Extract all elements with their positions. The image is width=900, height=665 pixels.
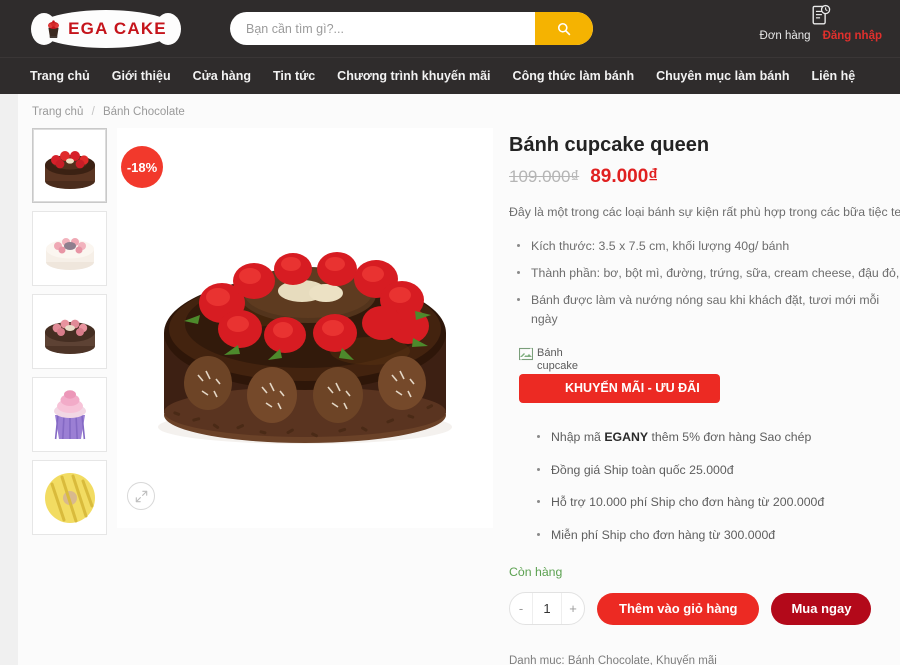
promo-broken-image-alt: Bánh cupcake xyxy=(537,347,578,373)
logo-text: EGA CAKE xyxy=(68,19,167,38)
order-document-icon xyxy=(812,4,831,25)
categories-links[interactable]: Bánh Chocolate, Khuyến mãi xyxy=(568,655,717,665)
pink-cupcake-thumb-icon xyxy=(53,389,86,439)
breadcrumb-separator: / xyxy=(91,106,95,118)
breadcrumb-current: Bánh Chocolate xyxy=(102,106,185,118)
status-badge: Còn hàng xyxy=(509,565,563,580)
site-logo[interactable]: EGA CAKE xyxy=(31,10,181,48)
price-block: 109.000₫ 89.000₫ xyxy=(509,166,900,188)
list-item: Miễn phí Ship cho đơn hàng từ 300.000đ xyxy=(519,519,900,551)
search-button[interactable] xyxy=(535,12,593,45)
main-navigation: Trang chủ Giới thiệu Cửa hàng Tin tức Ch… xyxy=(0,57,900,94)
search-bar[interactable] xyxy=(230,12,593,45)
price-sale: 89.000₫ xyxy=(590,166,659,187)
product-gallery: -18% xyxy=(32,128,493,665)
thumbnail-item-3[interactable] xyxy=(32,294,107,369)
search-input[interactable] xyxy=(230,12,535,45)
product-categories: Danh mục: Bánh Chocolate, Khuyến mãi xyxy=(509,655,900,665)
main-product-image[interactable]: -18% xyxy=(117,128,493,528)
promo-code: EGANY xyxy=(604,430,649,445)
header-actions: Đơn hàng Đăng nhập xyxy=(760,4,882,42)
quantity-increment-button[interactable]: + xyxy=(562,593,584,624)
quantity-stepper[interactable]: - 1 + xyxy=(509,592,585,626)
thumbnail-item-4[interactable] xyxy=(32,377,107,452)
promotion-list: Nhập mã EGANY thêm 5% đơn hàng Sao chép … xyxy=(519,421,900,551)
product-info: Bánh cupcake queen 109.000₫ 89.000₫ Đây … xyxy=(493,128,900,665)
header-links: Đơn hàng Đăng nhập xyxy=(760,30,882,42)
nav-item-news[interactable]: Tin tức xyxy=(273,69,315,83)
list-item: Đồng giá Ship toàn quốc 25.000đ xyxy=(519,454,900,486)
purchase-controls: - 1 + Thêm vào giỏ hàng Mua ngay xyxy=(509,592,900,626)
cupcake-icon xyxy=(48,19,60,38)
promo-text-pre: Nhập mã xyxy=(551,430,605,445)
search-icon xyxy=(557,22,571,35)
white-cream-cake-thumb-icon xyxy=(45,237,94,270)
promo-banner: KHUYẾN MÃI - ƯU ĐÃI xyxy=(519,374,720,404)
nav-item-shop[interactable]: Cửa hàng xyxy=(193,69,251,83)
breadcrumb: Trang chủ / Bánh Chocolate xyxy=(18,94,900,128)
yellow-donut-thumb-icon xyxy=(44,472,95,523)
nav-item-contact[interactable]: Liên hệ xyxy=(811,69,855,83)
chocolate-strawberry-cake-thumb-icon xyxy=(44,150,95,189)
thumbnail-list xyxy=(32,128,107,665)
promotion-block: Bánh cupcake KHUYẾN MÃI - ƯU ĐÃI Nhập mã… xyxy=(519,347,900,551)
order-icon-wrapper[interactable] xyxy=(760,4,882,28)
page-title: Bánh cupcake queen xyxy=(509,134,710,156)
thumbnail-item-2[interactable] xyxy=(32,211,107,286)
chocolate-pink-berry-cake-thumb-icon xyxy=(44,319,95,354)
promo-text-post: thêm 5% đơn hàng Sao chép xyxy=(648,430,812,445)
product-image-chocolate-strawberry-cake xyxy=(158,252,452,444)
expand-icon xyxy=(135,490,147,502)
nav-item-categories[interactable]: Chuyên mục làm bánh xyxy=(656,69,789,83)
image-zoom-button[interactable] xyxy=(127,482,155,510)
page-content: Trang chủ / Bánh Chocolate -18% Bánh cup… xyxy=(18,94,900,665)
nav-item-home[interactable]: Trang chủ xyxy=(30,69,90,83)
list-item: Bánh được làm và nướng nóng sau khi khác… xyxy=(509,287,900,333)
buy-now-button[interactable]: Mua ngay xyxy=(771,592,872,625)
nav-item-promotions[interactable]: Chương trình khuyến mãi xyxy=(337,69,490,83)
login-link[interactable]: Đăng nhập xyxy=(823,30,882,42)
nav-item-recipes[interactable]: Công thức làm bánh xyxy=(513,69,635,83)
quantity-value[interactable]: 1 xyxy=(532,593,562,625)
thumbnail-item-1[interactable] xyxy=(32,128,107,203)
product-detail: -18% Bánh cupcake queen 109.000₫ 89.000₫… xyxy=(18,128,900,665)
discount-badge: -18% xyxy=(121,146,163,188)
product-feature-list: Kích thước: 3.5 x 7.5 cm, khối lượng 40g… xyxy=(509,233,900,333)
orders-link[interactable]: Đơn hàng xyxy=(760,30,811,42)
broken-image-icon xyxy=(519,348,533,361)
quantity-decrement-button[interactable]: - xyxy=(510,593,532,624)
thumbnail-item-5[interactable] xyxy=(32,460,107,535)
site-header: EGA CAKE Đơn hàng Đăng nhập xyxy=(0,0,900,57)
price-original: 109.000₫ xyxy=(509,167,580,186)
categories-label: Danh mục: xyxy=(509,655,565,665)
add-to-cart-button[interactable]: Thêm vào giỏ hàng xyxy=(597,592,760,625)
list-item: Kích thước: 3.5 x 7.5 cm, khối lượng 40g… xyxy=(509,233,900,260)
list-item: Nhập mã EGANY thêm 5% đơn hàng Sao chép xyxy=(519,421,900,453)
breadcrumb-home[interactable]: Trang chủ xyxy=(32,106,83,118)
list-item: Hỗ trợ 10.000 phí Ship cho đơn hàng từ 2… xyxy=(519,486,900,518)
product-description: Đây là một trong các loại bánh sự kiện r… xyxy=(509,205,900,219)
nav-item-about[interactable]: Giới thiệu xyxy=(112,69,171,83)
list-item: Thành phần: bơ, bột mì, đường, trứng, sữ… xyxy=(509,260,900,287)
